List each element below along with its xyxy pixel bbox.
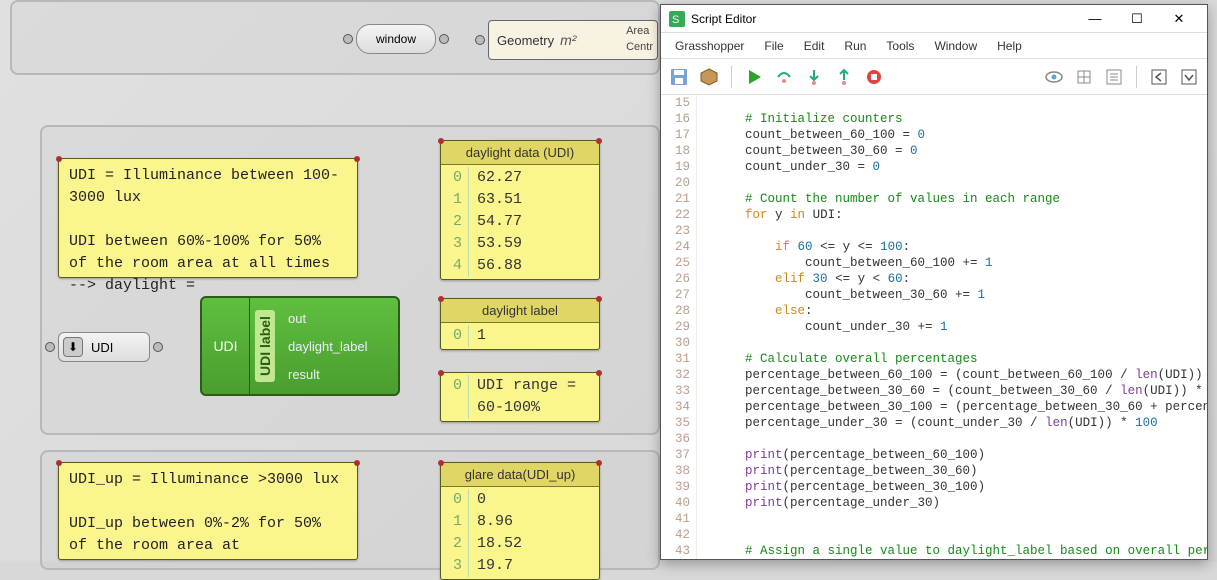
- geometry-component[interactable]: Geometry m² Area Centr: [488, 20, 658, 60]
- geometry-label: Geometry: [497, 33, 554, 48]
- code-editor[interactable]: 1516171819202122232425262728293031323334…: [661, 95, 1207, 559]
- script-input-udi[interactable]: UDI: [202, 298, 250, 394]
- table-row: 00: [441, 489, 599, 511]
- input-port[interactable]: [475, 35, 485, 45]
- output-port[interactable]: [153, 342, 163, 352]
- options-icon[interactable]: [1102, 65, 1126, 89]
- note-udi-definition[interactable]: UDI = Illuminance between 100-3000 lux U…: [58, 158, 358, 278]
- publish-icon[interactable]: [1072, 65, 1096, 89]
- table-row: 218.52: [441, 533, 599, 555]
- panel-glare-data[interactable]: glare data(UDI_up) 0018.96218.52319.7: [440, 462, 600, 580]
- udi-label: UDI: [91, 340, 113, 355]
- menu-file[interactable]: File: [756, 36, 791, 56]
- script-output-result[interactable]: result: [280, 367, 398, 382]
- udi-input-param[interactable]: ⬇ UDI: [58, 332, 150, 362]
- table-row: 01: [441, 325, 599, 347]
- input-port[interactable]: [45, 342, 55, 352]
- code-content[interactable]: # Initialize counters count_between_60_1…: [697, 95, 1207, 559]
- input-port[interactable]: [343, 34, 353, 44]
- output-area: Area: [626, 23, 653, 39]
- save-icon[interactable]: [667, 65, 691, 89]
- table-row: 18.96: [441, 511, 599, 533]
- script-output-daylight-label[interactable]: daylight_label: [280, 339, 398, 354]
- step-out-icon[interactable]: [832, 65, 856, 89]
- table-row: 456.88: [441, 255, 599, 277]
- table-row: 319.7: [441, 555, 599, 577]
- panel-daylight-label[interactable]: daylight label 01: [440, 298, 600, 350]
- download-icon: ⬇: [63, 337, 83, 357]
- menu-window[interactable]: Window: [926, 36, 985, 56]
- close-button[interactable]: ✕: [1159, 8, 1199, 30]
- stop-icon[interactable]: [862, 65, 886, 89]
- menu-grasshopper[interactable]: Grasshopper: [667, 36, 752, 56]
- menu-tools[interactable]: Tools: [878, 36, 922, 56]
- panel-bottom-icon[interactable]: [1177, 65, 1201, 89]
- geometry-outputs: Area Centr: [626, 23, 653, 55]
- script-vertical-label: UDI label: [250, 298, 280, 394]
- menu-edit[interactable]: Edit: [796, 36, 833, 56]
- panel-udi-range[interactable]: 0UDI range = 60-100%: [440, 372, 600, 422]
- geometry-unit: m²: [560, 32, 576, 48]
- app-icon: S: [669, 11, 685, 27]
- line-number-gutter: 1516171819202122232425262728293031323334…: [661, 95, 697, 559]
- preview-icon[interactable]: [1042, 65, 1066, 89]
- step-into-icon[interactable]: [802, 65, 826, 89]
- maximize-button[interactable]: ☐: [1117, 8, 1157, 30]
- run-icon[interactable]: [742, 65, 766, 89]
- svg-text:S: S: [672, 14, 679, 26]
- table-row: 254.77: [441, 211, 599, 233]
- output-centroid: Centr: [626, 39, 653, 55]
- panel-daylight-data[interactable]: daylight data (UDI) 062.27163.51254.7735…: [440, 140, 600, 280]
- toolbar: [661, 59, 1207, 95]
- titlebar[interactable]: S Script Editor ― ☐ ✕: [661, 5, 1207, 33]
- step-over-icon[interactable]: [772, 65, 796, 89]
- panel-left-icon[interactable]: [1147, 65, 1171, 89]
- table-row: 163.51: [441, 189, 599, 211]
- script-output-out[interactable]: out: [280, 311, 398, 326]
- menubar: Grasshopper File Edit Run Tools Window H…: [661, 33, 1207, 59]
- table-row: 353.59: [441, 233, 599, 255]
- minimize-button[interactable]: ―: [1075, 8, 1115, 30]
- panel-title: daylight label: [441, 299, 599, 323]
- output-port[interactable]: [439, 34, 449, 44]
- python-script-component[interactable]: UDI UDI label out daylight_label result: [200, 296, 400, 396]
- window-param[interactable]: window: [356, 24, 436, 54]
- panel-title: glare data(UDI_up): [441, 463, 599, 487]
- table-row: 062.27: [441, 167, 599, 189]
- window-label: window: [376, 32, 416, 46]
- window-title: Script Editor: [691, 12, 1075, 26]
- menu-run[interactable]: Run: [836, 36, 874, 56]
- panel-title: daylight data (UDI): [441, 141, 599, 165]
- package-icon[interactable]: [697, 65, 721, 89]
- table-row: 0UDI range = 60-100%: [441, 375, 599, 419]
- script-editor-window: S Script Editor ― ☐ ✕ Grasshopper File E…: [660, 4, 1208, 560]
- note-udi-up-definition[interactable]: UDI_up = Illuminance >3000 lux UDI_up be…: [58, 462, 358, 560]
- menu-help[interactable]: Help: [989, 36, 1030, 56]
